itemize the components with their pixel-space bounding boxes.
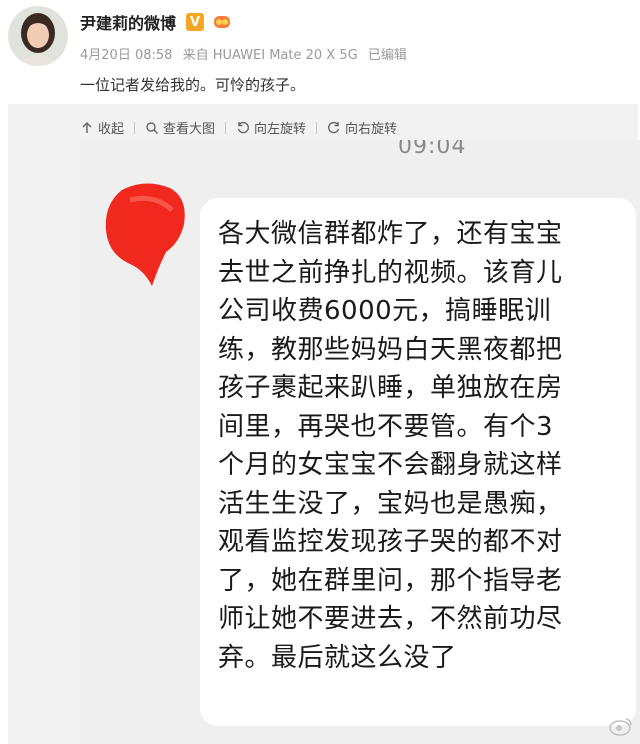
collapse-button[interactable]: 收起 xyxy=(80,118,124,137)
chat-message: 各大微信群都炸了，还有宝宝 去世之前挣扎的视频。该育儿 公司收费6000元，搞睡… xyxy=(218,219,563,673)
arrow-up-icon xyxy=(82,121,92,133)
weibo-post: 尹建莉的微博 V 4月20日 08:58 来自 HUAWEI Mate 20 X… xyxy=(0,0,640,744)
weibo-watermark-icon xyxy=(609,718,632,736)
post-image[interactable]: 09:04 各大微信群都炸了，还有宝宝 去世之前挣扎的视频。该育儿 公司收费60… xyxy=(80,140,640,744)
edited-label[interactable]: 已编辑 xyxy=(368,48,407,63)
author-name[interactable]: 尹建莉的微博 xyxy=(80,10,176,34)
collapse-label: 收起 xyxy=(98,122,125,137)
rotate-right-button[interactable]: 向右旋转 xyxy=(327,118,397,137)
post-date[interactable]: 4月20日 08:58 xyxy=(80,48,172,63)
post-meta: 4月20日 08:58 来自 HUAWEI Mate 20 X 5G 已编辑 xyxy=(80,44,413,63)
avatar-image xyxy=(8,6,68,66)
member-level-icon xyxy=(214,16,231,28)
verified-badge-icon: V xyxy=(186,13,205,31)
chat-time: 09:04 xyxy=(398,140,467,159)
toolbar-divider xyxy=(225,121,227,134)
toolbar-divider xyxy=(316,121,318,134)
media-panel: 收起 查看大图 向左旋转 向右旋转 09:04 各大微信群都炸了，还有宝宝 去世… xyxy=(8,104,640,744)
post-source: 来自 HUAWEI Mate 20 X 5G xyxy=(182,48,358,63)
view-large-label: 查看大图 xyxy=(163,122,216,137)
rotate-left-button[interactable]: 向左旋转 xyxy=(236,118,306,137)
rotate-left-label: 向左旋转 xyxy=(254,122,307,137)
redacted-avatar xyxy=(105,183,185,286)
image-toolbar: 收起 查看大图 向左旋转 向右旋转 xyxy=(80,118,397,137)
post-text: 一位记者发给我的。可怜的孩子。 xyxy=(80,76,306,94)
author-row: 尹建莉的微博 V xyxy=(80,10,234,34)
avatar[interactable] xyxy=(8,6,68,66)
magnifier-icon xyxy=(146,121,159,134)
toolbar-divider xyxy=(134,121,136,134)
rotate-left-icon xyxy=(237,121,250,133)
rotate-right-icon xyxy=(328,121,340,133)
rotate-right-label: 向右旋转 xyxy=(345,122,398,137)
view-large-button[interactable]: 查看大图 xyxy=(145,118,215,137)
